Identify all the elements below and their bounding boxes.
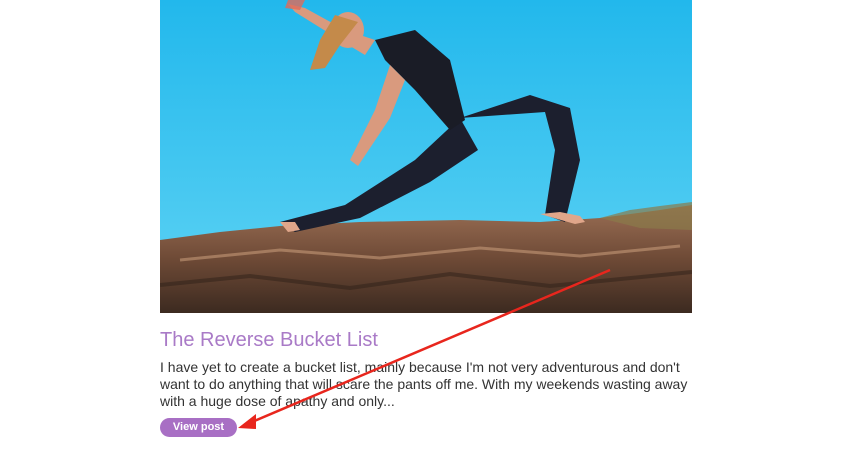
post-featured-image[interactable] [160, 0, 692, 313]
blog-post-card: The Reverse Bucket List I have yet to cr… [160, 0, 692, 437]
post-excerpt: I have yet to create a bucket list, main… [160, 359, 688, 409]
view-post-button[interactable]: View post [160, 418, 237, 437]
post-title[interactable]: The Reverse Bucket List [160, 327, 378, 353]
page: The Reverse Bucket List I have yet to cr… [0, 0, 863, 453]
arrow-head-icon [238, 414, 256, 429]
yoga-photo-illustration [160, 0, 692, 313]
